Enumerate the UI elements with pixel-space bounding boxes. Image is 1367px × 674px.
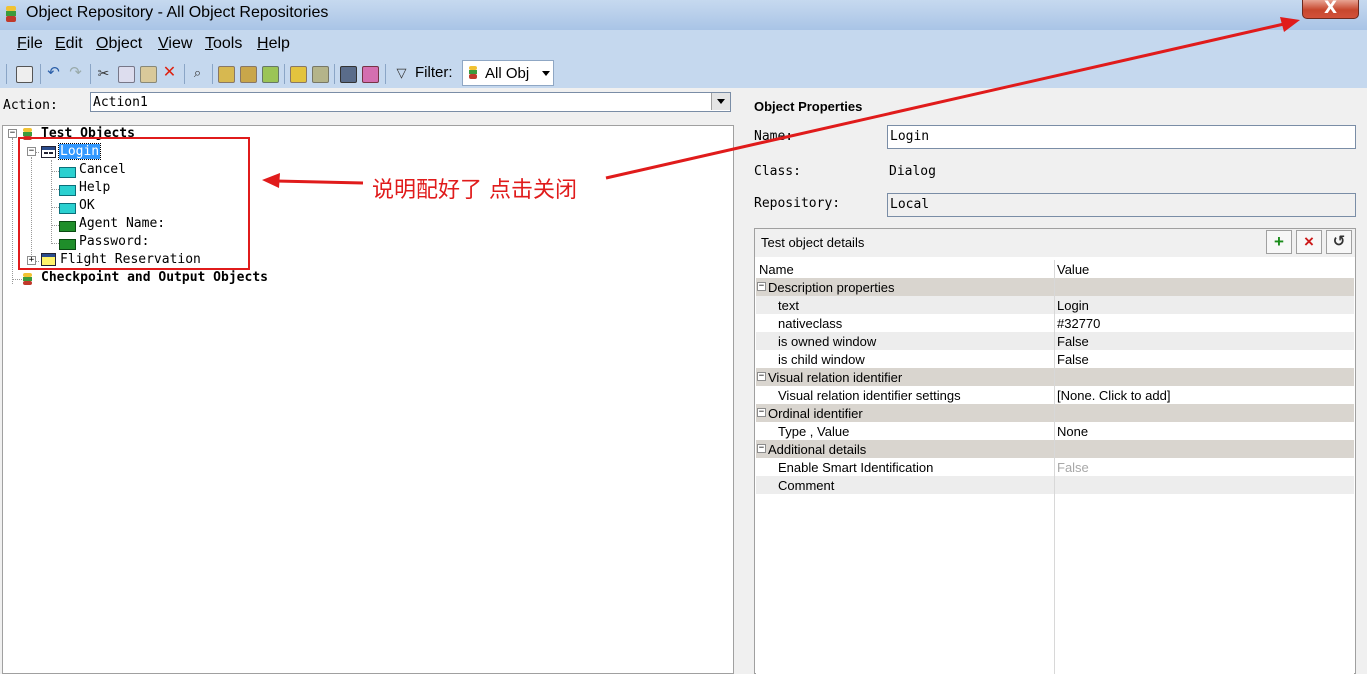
property-value[interactable]: False <box>1057 352 1089 367</box>
property-row[interactable]: is owned window False <box>756 332 1354 350</box>
property-row[interactable]: Visual relation identifier settings [None… <box>756 386 1354 404</box>
column-name-header[interactable]: Name <box>759 262 794 277</box>
property-name: is child window <box>778 352 865 367</box>
repository-field <box>887 193 1356 217</box>
copy-icon[interactable] <box>118 66 135 83</box>
property-name: Enable Smart Identification <box>778 460 934 475</box>
menu-view[interactable]: View <box>158 35 192 53</box>
object-properties-title: Object Properties <box>754 99 863 114</box>
property-row[interactable]: text Login <box>756 296 1354 314</box>
property-value[interactable]: None <box>1057 424 1088 439</box>
repository-label: Repository: <box>754 196 841 211</box>
column-value-header[interactable]: Value <box>1057 262 1089 277</box>
add-object-icon[interactable] <box>218 66 235 83</box>
property-row[interactable]: nativeclass #32770 <box>756 314 1354 332</box>
menu-object[interactable]: Object <box>96 35 142 53</box>
filter-label: Filter: <box>415 64 453 81</box>
refresh-icon: ↺ <box>1332 233 1346 250</box>
collapse-group-icon[interactable]: − <box>757 282 766 291</box>
x-icon: × <box>1304 232 1314 251</box>
plus-icon: + <box>1274 232 1284 251</box>
all-objects-icon <box>469 66 477 79</box>
action-value: Action1 <box>93 95 148 110</box>
output-icon[interactable] <box>362 66 379 83</box>
property-name: Visual relation identifier <box>768 370 903 385</box>
annotation-highlight-box <box>18 137 250 270</box>
grid-header: Name Value <box>756 260 1354 279</box>
class-value: Dialog <box>889 164 936 179</box>
window-title: Object Repository - All Object Repositor… <box>26 4 329 21</box>
menu-file[interactable]: File <box>17 35 43 53</box>
property-group-row[interactable]: − Visual relation identifier <box>756 368 1354 386</box>
property-value[interactable]: #32770 <box>1057 316 1100 331</box>
delete-icon[interactable]: ✕ <box>162 65 177 81</box>
action-select[interactable] <box>90 92 731 112</box>
chevron-down-icon[interactable] <box>711 93 730 110</box>
name-value: Login <box>890 129 930 144</box>
collapse-test-objects[interactable]: − <box>8 129 17 138</box>
close-button[interactable]: X <box>1302 0 1359 19</box>
property-group-row[interactable]: − Additional details <box>756 440 1354 458</box>
tree-checkpoint-output[interactable]: Checkpoint and Output Objects <box>41 270 268 285</box>
filter-icon: ▽ <box>396 65 407 80</box>
property-row[interactable]: Comment <box>756 476 1354 494</box>
property-row[interactable]: Type , Value None <box>756 422 1354 440</box>
property-name: Additional details <box>768 442 867 457</box>
property-name: Visual relation identifier settings <box>778 388 961 403</box>
remove-property-button[interactable]: × <box>1296 230 1322 254</box>
filter-value: All Obj <box>485 65 530 82</box>
property-name: Comment <box>778 478 835 493</box>
menu-edit[interactable]: Edit <box>55 35 83 53</box>
close-icon: X <box>1323 0 1338 18</box>
cut-icon[interactable]: ✂ <box>96 66 111 81</box>
property-value[interactable]: [None. Click to add] <box>1057 388 1170 403</box>
class-label: Class: <box>754 164 801 179</box>
details-title: Test object details <box>761 235 865 250</box>
chevron-down-icon[interactable] <box>539 62 553 84</box>
property-value[interactable]: False <box>1057 334 1089 349</box>
undo-icon[interactable]: ↶ <box>46 65 61 81</box>
property-name: text <box>778 298 799 313</box>
name-field[interactable] <box>887 125 1356 149</box>
menu-tools[interactable]: Tools <box>205 35 242 53</box>
property-name: is owned window <box>778 334 877 349</box>
property-row[interactable]: is child window False <box>756 350 1354 368</box>
locate-icon[interactable] <box>312 66 329 83</box>
update-object-icon[interactable] <box>262 66 279 83</box>
property-row[interactable]: Enable Smart Identification False <box>756 458 1354 476</box>
property-name: nativeclass <box>778 316 843 331</box>
reset-property-button[interactable]: ↺ <box>1326 230 1352 254</box>
action-label: Action: <box>3 98 58 113</box>
property-value[interactable]: Login <box>1057 298 1089 313</box>
name-label: Name: <box>754 129 794 144</box>
column-separator[interactable] <box>1054 260 1055 674</box>
repository-app-icon <box>6 6 16 22</box>
add-objects-icon[interactable] <box>240 66 257 83</box>
collapse-group-icon[interactable]: − <box>757 372 766 381</box>
highlight-icon[interactable] <box>290 66 307 83</box>
property-group-row[interactable]: − Description properties <box>756 278 1354 296</box>
find-icon[interactable]: ⌕ <box>190 66 205 81</box>
add-property-button[interactable]: + <box>1266 230 1292 254</box>
property-name: Ordinal identifier <box>768 406 863 421</box>
annotation-text: 说明配好了 点击关闭 <box>372 178 577 203</box>
collapse-group-icon[interactable]: − <box>757 408 766 417</box>
repository-value: Local <box>890 197 930 212</box>
property-name: Description properties <box>768 280 895 295</box>
properties-icon[interactable] <box>16 66 33 83</box>
property-name: Type , Value <box>778 424 850 439</box>
menu-help[interactable]: Help <box>257 35 290 53</box>
checkpoint-objects-icon <box>23 273 32 285</box>
checkpoint-icon[interactable] <box>340 66 357 83</box>
paste-icon[interactable] <box>140 66 157 83</box>
property-group-row[interactable]: − Ordinal identifier <box>756 404 1354 422</box>
collapse-group-icon[interactable]: − <box>757 444 766 453</box>
property-value[interactable]: False <box>1057 460 1089 475</box>
redo-icon[interactable]: ↷ <box>68 65 83 81</box>
